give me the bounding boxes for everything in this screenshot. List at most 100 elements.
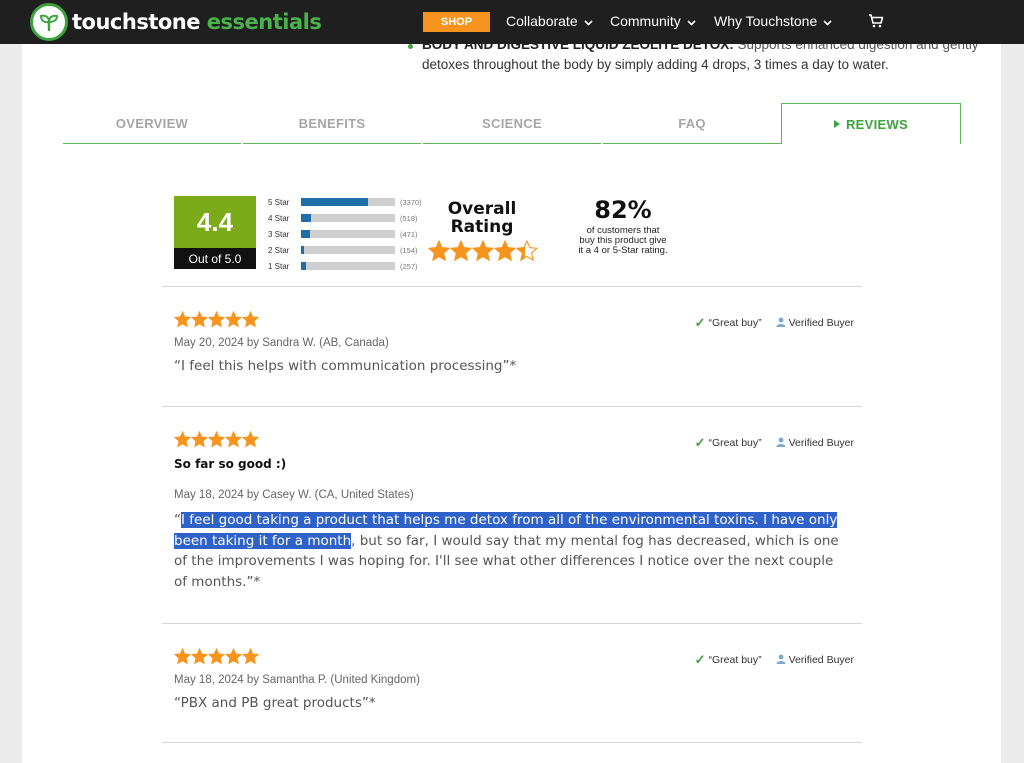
user-icon (776, 654, 786, 667)
star-icon (515, 239, 539, 262)
tab-benefits[interactable]: BENEFITS (243, 103, 421, 144)
recommend-percent-block: 82% of customers that buy this product g… (567, 196, 679, 256)
rating-bar-track (301, 230, 395, 238)
great-buy-badge: “Great buy” (708, 654, 762, 666)
review-badges: ✓ “Great buy” Verified Buyer (695, 652, 854, 668)
cart-icon[interactable] (868, 13, 884, 34)
review-meta: May 18, 2024 by Casey W. (CA, United Sta… (174, 489, 414, 501)
tab-reviews[interactable]: REVIEWS (781, 103, 961, 144)
tab-faq[interactable]: FAQ (603, 103, 781, 144)
brand-logo[interactable]: touchstone essentials (30, 3, 322, 41)
nav-community-label: Community (610, 13, 681, 29)
overall-rating-label: Overall Rating (442, 200, 522, 236)
user-icon (776, 317, 786, 330)
chevron-down-icon (823, 13, 832, 29)
brand-word-2: essentials (206, 10, 322, 34)
user-icon (776, 437, 786, 450)
chevron-down-icon (584, 13, 593, 29)
product-tabs: OVERVIEW BENEFITS SCIENCE FAQ REVIEWS (63, 103, 961, 144)
star-icon (174, 648, 191, 665)
review-body: “PBX and PB great products”* (174, 695, 376, 711)
nav-why-touchstone[interactable]: Why Touchstone (714, 13, 832, 29)
sprout-icon (30, 3, 68, 41)
tab-science[interactable]: SCIENCE (423, 103, 601, 144)
overall-stars (427, 239, 539, 267)
average-score: 4.4 (174, 196, 256, 248)
check-icon: ✓ (694, 652, 706, 667)
star-icon (242, 648, 259, 665)
rating-bar-fill (301, 214, 312, 222)
review-body: “I feel this helps with communication pr… (174, 358, 517, 374)
rating-bar-row[interactable]: 4 Star (518) (268, 210, 422, 226)
bullet-dot (408, 44, 413, 49)
selected-text-2: been taking it for a month (174, 532, 352, 549)
rating-bar-fill (301, 246, 304, 254)
overall-line-1: Overall (447, 199, 517, 219)
review-meta: May 18, 2024 by Samantha P. (United King… (174, 674, 420, 686)
rating-bar-row[interactable]: 5 Star (3370) (268, 194, 422, 210)
great-buy-badge: “Great buy” (708, 437, 762, 449)
rating-bar-label: 2 Star (268, 245, 290, 255)
star-icon (449, 239, 473, 262)
recommend-line-3: it a 4 or 5-Star rating. (578, 245, 668, 256)
review-item: ✓ “Great buy” Verified Buyer So far so g… (174, 431, 854, 592)
rating-bar-count: (154) (400, 245, 418, 255)
star-icon (191, 311, 208, 328)
chevron-down-icon (687, 13, 696, 29)
star-icon (242, 431, 259, 448)
rating-bar-label: 5 Star (268, 197, 290, 207)
review-body: “I feel good taking a product that helps… (174, 510, 854, 592)
star-icon (174, 431, 191, 448)
score-scale: Out of 5.0 (174, 248, 256, 269)
verified-buyer-badge: Verified Buyer (788, 654, 854, 666)
star-icon (208, 648, 225, 665)
rating-bar-count: (3370) (400, 197, 422, 207)
rating-bar-row[interactable]: 2 Star (154) (268, 242, 422, 258)
star-icon (191, 648, 208, 665)
star-icon (493, 239, 517, 262)
rating-bar-fill (301, 262, 306, 270)
star-icon (208, 311, 225, 328)
great-buy-badge: “Great buy” (708, 317, 762, 329)
shop-button[interactable]: SHOP (423, 12, 490, 32)
divider (162, 623, 862, 624)
star-icon (191, 431, 208, 448)
verified-buyer-badge: Verified Buyer (788, 317, 854, 329)
nav-why-touchstone-label: Why Touchstone (714, 13, 818, 29)
review-meta: May 20, 2024 by Sandra W. (AB, Canada) (174, 337, 389, 349)
rating-bar-fill (301, 230, 311, 238)
check-icon: ✓ (694, 315, 706, 330)
star-icon (427, 239, 451, 262)
average-score-box: 4.4 Out of 5.0 (174, 196, 256, 269)
rating-bar-count: (471) (400, 229, 418, 239)
review-item: ✓ “Great buy” Verified Buyer May 20, 202… (174, 311, 854, 377)
review-title: So far so good :) (174, 457, 287, 471)
review-badges: ✓ “Great buy” Verified Buyer (695, 315, 854, 331)
review-badges: ✓ “Great buy” Verified Buyer (695, 435, 854, 451)
rating-bar-label: 1 Star (268, 261, 290, 271)
rating-bar-label: 4 Star (268, 213, 290, 223)
divider (162, 286, 862, 287)
review-body-line-2: , but so far, I would say that my mental… (351, 532, 839, 549)
review-body-line-3: of the improvements I was hoping for. I'… (174, 553, 834, 569)
review-item: ✓ “Great buy” Verified Buyer May 18, 202… (174, 648, 854, 714)
star-icon (208, 431, 225, 448)
brand-wordmark: touchstone essentials (72, 10, 322, 34)
selected-text-1: I feel good taking a product that helps … (181, 512, 838, 528)
rating-bar-track (301, 198, 395, 206)
verified-buyer-badge: Verified Buyer (788, 437, 854, 449)
star-icon (174, 311, 191, 328)
star-icon (225, 311, 242, 328)
tab-overview[interactable]: OVERVIEW (63, 103, 241, 144)
rating-bar-row[interactable]: 1 Star (257) (268, 258, 422, 274)
rating-bar-count: (518) (400, 213, 418, 223)
brand-word-1: touchstone (72, 10, 200, 34)
nav-community[interactable]: Community (610, 13, 696, 29)
rating-bar-track (301, 262, 395, 270)
rating-bar-row[interactable]: 3 Star (471) (268, 226, 422, 242)
rating-bar-count: (257) (400, 261, 418, 271)
rating-bar-track (301, 214, 395, 222)
star-icon (471, 239, 495, 262)
rating-breakdown: 5 Star (3370) 4 Star (518) 3 Star (471) 2 Star… (268, 194, 422, 274)
nav-collaborate[interactable]: Collaborate (506, 13, 593, 29)
